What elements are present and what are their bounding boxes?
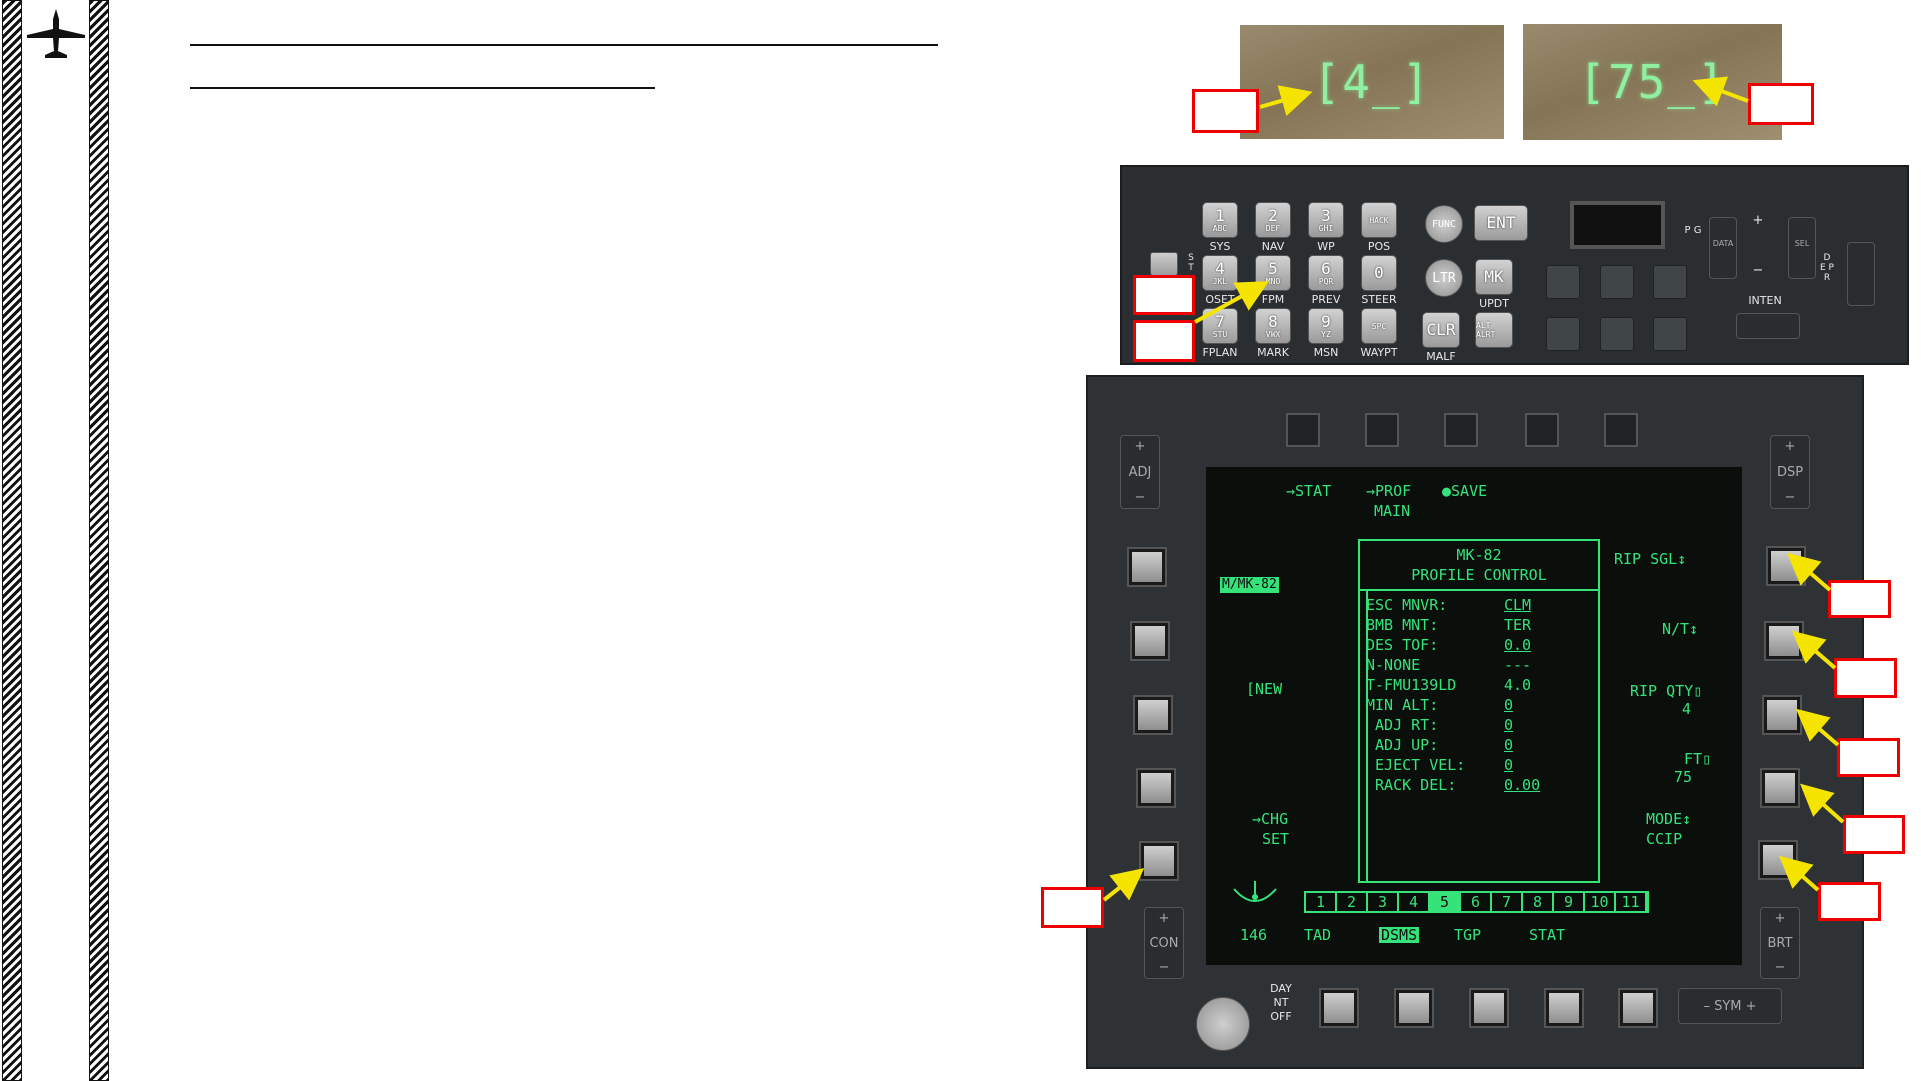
- callout-arrows: [1102, 76, 1845, 902]
